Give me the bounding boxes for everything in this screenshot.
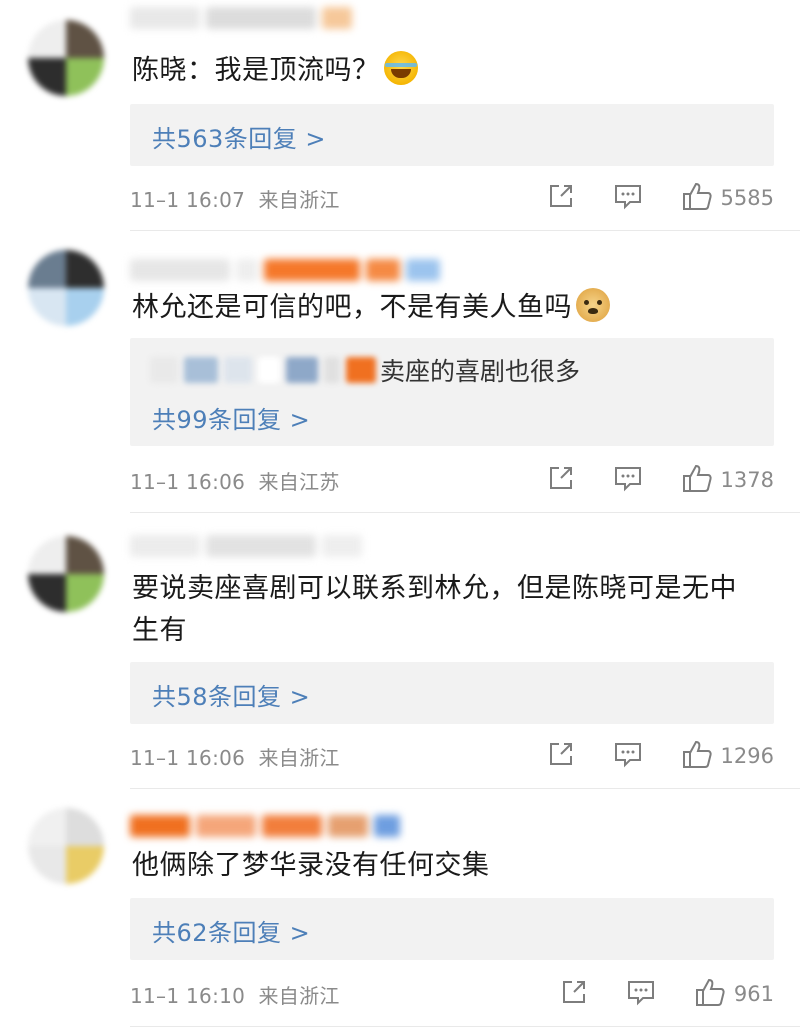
doge-emoji: [576, 288, 610, 322]
like-icon[interactable]: [681, 181, 713, 215]
divider: [130, 230, 800, 231]
timestamp: 11–1 16:07 来自浙江: [130, 187, 340, 212]
like-count: 1296: [720, 744, 774, 768]
reply-box[interactable]: 共58条回复 >: [130, 662, 774, 724]
avatar[interactable]: [28, 808, 104, 884]
laughing-tears-emoji: [383, 51, 418, 85]
avatar[interactable]: [28, 250, 104, 326]
username-blurred[interactable]: [130, 532, 362, 560]
action-bar: 1296: [547, 738, 774, 774]
view-replies-link[interactable]: 共99条回复 >: [152, 400, 310, 435]
action-bar: 1378: [547, 462, 774, 498]
comment-icon[interactable]: [626, 978, 656, 1010]
like-icon[interactable]: [681, 463, 713, 497]
username-blurred[interactable]: [130, 256, 440, 284]
timestamp: 11–1 16:10 来自浙江: [130, 983, 340, 1008]
avatar[interactable]: [28, 20, 104, 96]
username-blurred[interactable]: [130, 4, 352, 32]
share-icon[interactable]: [547, 182, 575, 214]
divider: [130, 512, 800, 513]
share-icon[interactable]: [547, 464, 575, 496]
comment-text: 林允还是可信的吧，不是有美人鱼吗: [132, 287, 772, 329]
view-replies-link[interactable]: 共563条回复 >: [152, 119, 326, 154]
comment-text: 要说卖座喜剧可以联系到林允，但是陈晓可是无中 生有: [132, 573, 737, 646]
action-bar: 5585: [547, 180, 774, 216]
share-icon[interactable]: [547, 740, 575, 772]
avatar[interactable]: [28, 536, 104, 612]
comment-meta: 11–1 16:10 来自浙江 961: [130, 976, 774, 1012]
share-icon[interactable]: [560, 978, 588, 1010]
timestamp: 11–1 16:06 来自江苏: [130, 469, 340, 494]
like-icon[interactable]: [681, 739, 713, 773]
reply-box[interactable]: 共62条回复 >: [130, 898, 774, 960]
comment-text: 陈晓：我是顶流吗？: [132, 50, 772, 92]
comment-text: 他俩除了梦华录没有任何交集: [132, 850, 490, 881]
username-blurred[interactable]: [130, 812, 400, 840]
comment-meta: 11–1 16:06 来自江苏 1378: [130, 462, 774, 498]
action-bar: 961: [560, 976, 774, 1012]
like-icon[interactable]: [694, 977, 726, 1011]
divider: [130, 1026, 800, 1027]
comment-icon[interactable]: [613, 182, 643, 214]
replier-name-blurred: [150, 357, 376, 383]
like-count: 961: [733, 982, 774, 1006]
like-count: 5585: [720, 186, 774, 210]
view-replies-link[interactable]: 共58条回复 >: [152, 677, 310, 712]
divider: [130, 788, 800, 789]
comment-icon[interactable]: [613, 740, 643, 772]
timestamp: 11–1 16:06 来自浙江: [130, 745, 340, 770]
view-replies-link[interactable]: 共62条回复 >: [152, 913, 310, 948]
comment-meta: 11–1 16:07 来自浙江 5585: [130, 180, 774, 216]
comment-icon[interactable]: [613, 464, 643, 496]
reply-box[interactable]: 卖座的喜剧也很多 共99条回复 >: [130, 338, 774, 446]
comment-meta: 11–1 16:06 来自浙江 1296: [130, 738, 774, 774]
reply-preview: 卖座的喜剧也很多: [150, 352, 580, 388]
like-count: 1378: [720, 468, 774, 492]
reply-box[interactable]: 共563条回复 >: [130, 104, 774, 166]
